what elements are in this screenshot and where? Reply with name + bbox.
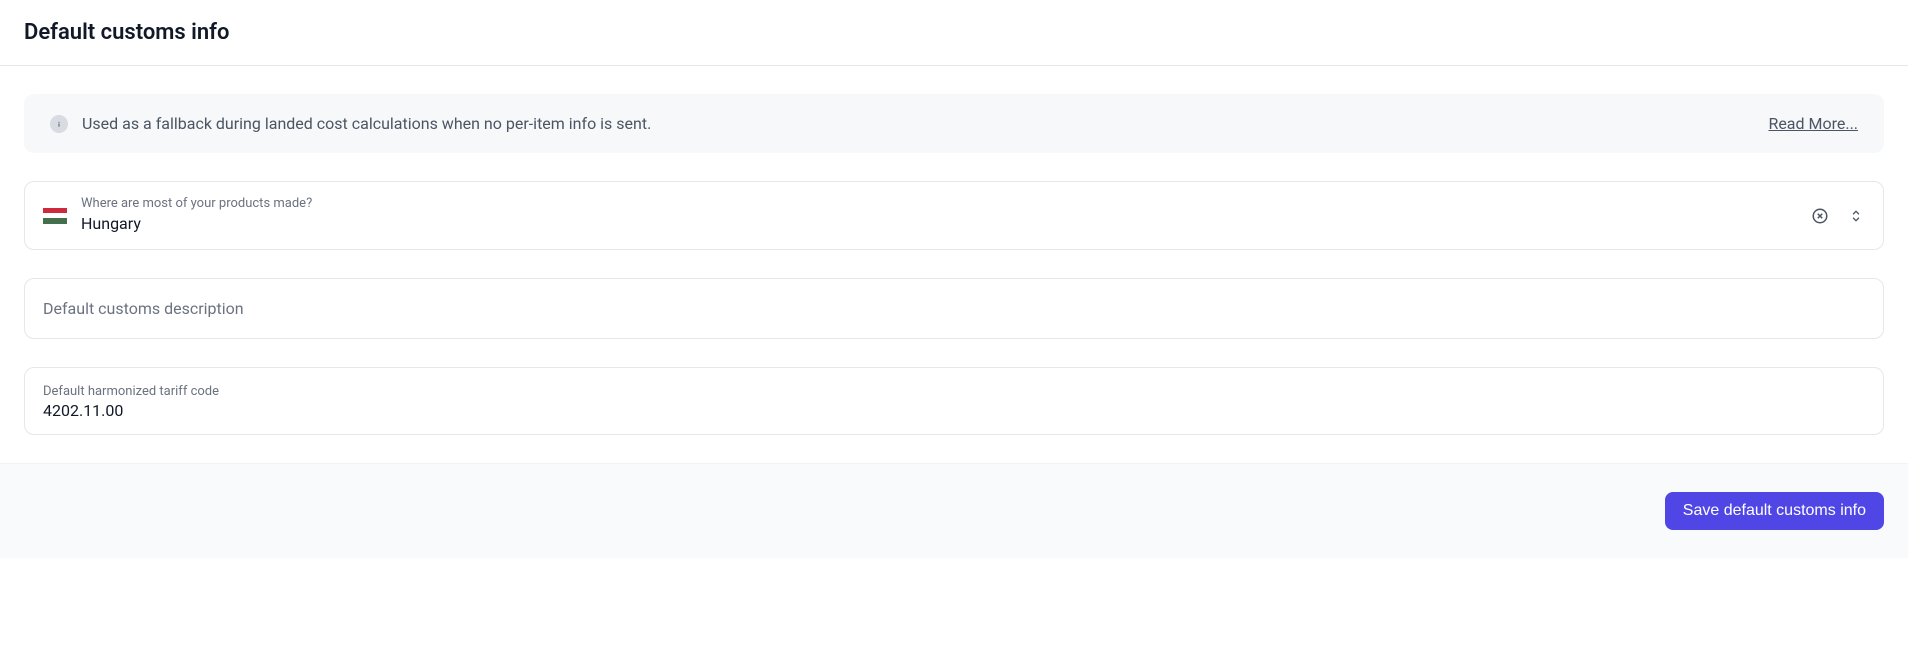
info-banner-left: Used as a fallback during landed cost ca… <box>50 114 651 133</box>
info-banner: Used as a fallback during landed cost ca… <box>24 94 1884 153</box>
origin-value: Hungary <box>81 213 1797 235</box>
origin-label: Where are most of your products made? <box>81 196 1797 213</box>
clear-icon[interactable] <box>1811 207 1829 225</box>
info-banner-text: Used as a fallback during landed cost ca… <box>82 114 651 133</box>
page-title: Default customs info <box>24 20 1884 45</box>
page-header: Default customs info <box>0 0 1908 66</box>
customs-description-field[interactable]: Default customs description <box>24 278 1884 339</box>
tariff-label: Default harmonized tariff code <box>43 384 219 399</box>
footer-bar: Save default customs info <box>0 463 1908 558</box>
chevron-updown-icon[interactable] <box>1847 207 1865 225</box>
info-icon <box>50 115 68 133</box>
customs-description-placeholder: Default customs description <box>43 299 244 318</box>
origin-field-body: Where are most of your products made? Hu… <box>81 196 1797 235</box>
origin-field-actions <box>1811 207 1865 225</box>
tariff-code-field[interactable]: Default harmonized tariff code <box>24 367 1884 435</box>
read-more-link[interactable]: Read More... <box>1768 114 1858 133</box>
flag-hungary-icon <box>43 208 67 224</box>
tariff-value-input[interactable] <box>43 401 1865 420</box>
save-button[interactable]: Save default customs info <box>1665 492 1884 530</box>
content-area: Used as a fallback during landed cost ca… <box>0 66 1908 435</box>
origin-country-select[interactable]: Where are most of your products made? Hu… <box>24 181 1884 250</box>
